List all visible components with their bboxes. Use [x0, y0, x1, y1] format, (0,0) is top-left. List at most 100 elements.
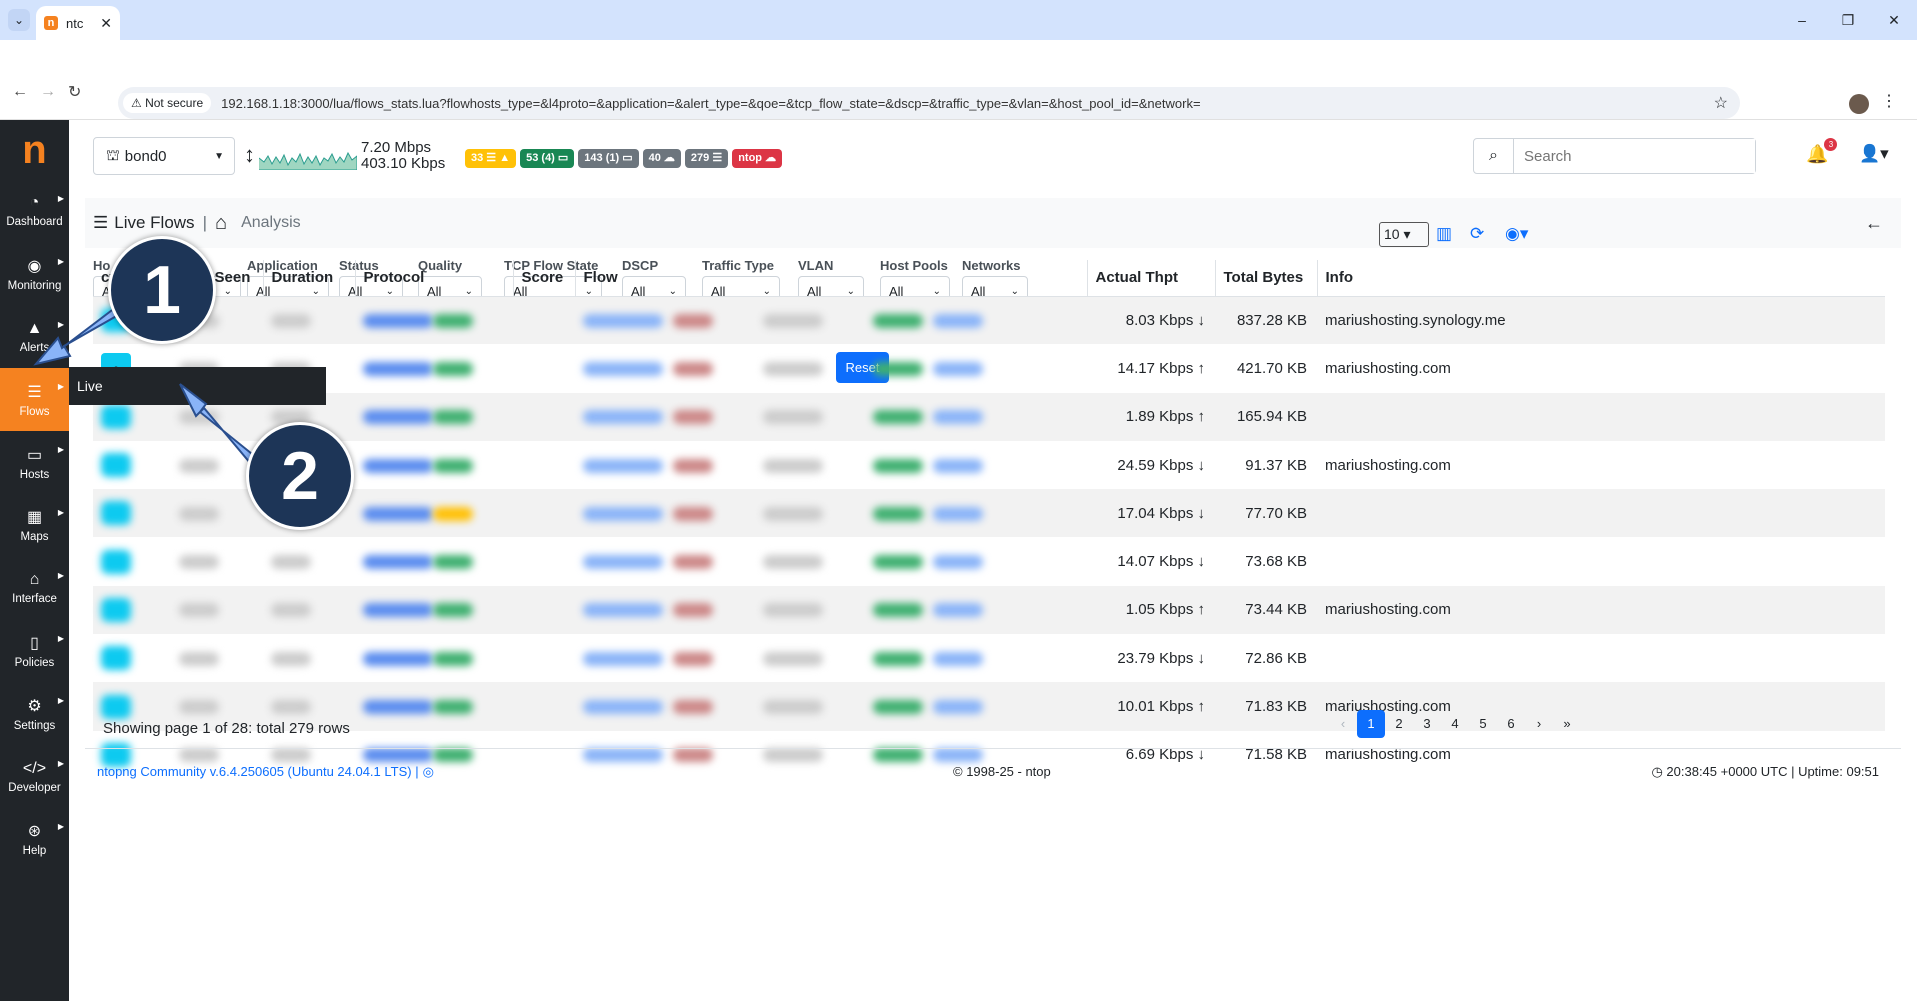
table-row[interactable]: 10.01 Kbps ↑ 71.83 KB mariushosting.com [93, 682, 1885, 731]
browser-tab[interactable]: n ntc ✕ [36, 6, 120, 40]
security-chip[interactable]: ⚠ Not secure [123, 93, 212, 113]
callout-2: 2 [246, 422, 354, 530]
sidebar-item-dashboard[interactable]: ◔ Dashboard ▶ [0, 180, 69, 243]
action-button[interactable] [101, 549, 131, 574]
remote-hosts-badge[interactable]: 40 ☁ [642, 149, 681, 168]
table-row[interactable]: 14.07 Kbps ↓ 73.68 KB [93, 537, 1885, 585]
page-link[interactable]: 6 [1497, 710, 1525, 738]
reload-icon[interactable]: ↻ [68, 82, 81, 102]
page-size-select[interactable]: 10 ▾ [1379, 222, 1429, 247]
bookmark-star-icon[interactable]: ☆ [1714, 93, 1728, 113]
table-row[interactable]: ⌕14.17 Kbps ↑421.70 KBmariushosting.com [93, 344, 1885, 392]
sidebar-item-policies[interactable]: ▯ Policies ▶ [0, 620, 69, 683]
redacted-value [179, 700, 219, 715]
action-button[interactable] [101, 453, 131, 478]
page-link[interactable]: ‹ [1329, 710, 1357, 738]
page-link[interactable]: 2 [1385, 710, 1413, 738]
redacted-value [433, 458, 473, 473]
col-duration[interactable]: Duration [262, 260, 355, 297]
back-arrow-icon[interactable]: ← [1865, 213, 1883, 234]
profile-avatar[interactable] [1849, 94, 1869, 114]
table-row[interactable]: 23.79 Kbps ↓ 72.86 KB [93, 634, 1885, 682]
action-button[interactable] [101, 597, 131, 622]
page-link[interactable]: › [1525, 710, 1553, 738]
user-menu-icon[interactable]: 👤▾ [1859, 144, 1889, 164]
local-hosts-badge[interactable]: 53 (4) ▭ [520, 149, 575, 168]
page-link[interactable]: 1 [1357, 710, 1385, 738]
redacted-value [933, 361, 983, 376]
action-button[interactable] [101, 646, 131, 671]
col-protocol[interactable]: Protocol [354, 260, 513, 297]
url-text[interactable]: 192.168.1.18:3000/lua/flows_stats.lua?fl… [221, 96, 1200, 111]
table-row[interactable]: 1.05 Kbps ↑ 73.44 KB mariushosting.com [93, 585, 1885, 635]
divider [85, 748, 1901, 749]
ntop-cloud-badge[interactable]: ntop ☁ [732, 149, 783, 168]
interface-name: bond0 [124, 147, 167, 165]
redacted-value [363, 361, 433, 376]
flows-badge[interactable]: 279 ☰ [684, 149, 729, 168]
protocol-cell [355, 489, 513, 538]
search-input[interactable] [1514, 139, 1755, 173]
table-row[interactable]: 17.04 Kbps ↓ 77.70 KB [93, 489, 1885, 538]
flows-submenu-live[interactable]: Live [69, 367, 326, 405]
refresh-icon[interactable]: ⟳ [1470, 224, 1484, 244]
page-link[interactable]: » [1553, 710, 1581, 738]
home-icon[interactable]: ⌂ [215, 212, 227, 235]
visibility-icon[interactable]: ◉▾ [1505, 224, 1528, 244]
col-actual-thpt[interactable]: Actual Thpt [1086, 260, 1215, 297]
columns-icon[interactable]: ▥ [1436, 224, 1452, 244]
table-row[interactable]: 24.59 Kbps ↓ 91.37 KB mariushosting.com [93, 441, 1885, 489]
notification-bell-icon[interactable]: 🔔 3 [1806, 138, 1838, 165]
actions-cell [93, 441, 171, 489]
sidebar-item-hosts[interactable]: ▭ Hosts ▶ [0, 431, 69, 494]
address-bar[interactable]: ⚠ Not secure 192.168.1.18:3000/lua/flows… [118, 87, 1740, 119]
table-row[interactable]: 8.03 Kbps ↓ 837.28 KB mariushosting.synolo… [93, 296, 1885, 345]
table-row[interactable]: 1.89 Kbps ↑ 165.94 KB [93, 392, 1885, 441]
flow-cell [575, 344, 1087, 392]
tab-search-button[interactable]: ⌄ [8, 9, 30, 31]
tab-close-icon[interactable]: ✕ [100, 15, 112, 32]
sidebar-item-alerts[interactable]: ▲ Alerts ▶ [0, 306, 69, 369]
sidebar-item-interface[interactable]: ⌂ Interface ▶ [0, 557, 69, 620]
redacted-value [583, 603, 663, 618]
maximize-icon[interactable]: ❐ [1825, 0, 1871, 40]
sidebar-item-label: Developer [8, 781, 61, 794]
back-icon[interactable]: ← [12, 83, 28, 101]
redacted-value [673, 700, 713, 715]
col-total-bytes[interactable]: Total Bytes [1214, 260, 1317, 297]
page-link[interactable]: 5 [1469, 710, 1497, 738]
page-link[interactable]: 3 [1413, 710, 1441, 738]
alerts-badge[interactable]: 33 ☰ ▲ [465, 149, 517, 168]
sidebar-item-flows[interactable]: ☰ Flows ▶ [0, 368, 69, 432]
thpt-value: 8.03 Kbps [1125, 311, 1194, 329]
minimize-icon[interactable]: – [1779, 0, 1825, 40]
sidebar-item-label: Settings [13, 719, 56, 732]
action-button[interactable] [101, 501, 131, 526]
sidebar-item-settings[interactable]: ⚙ Settings ▶ [0, 682, 69, 745]
browser-menu-icon[interactable]: ⋮ [1881, 91, 1897, 111]
sidebar-item-help[interactable]: ⊛ Help ▶ [0, 808, 69, 871]
forward-icon[interactable]: → [40, 83, 56, 101]
redacted-value [583, 458, 663, 473]
github-icon[interactable]: ◎ [423, 764, 434, 780]
col-score[interactable]: Score [512, 260, 575, 297]
footer: ntopng Community v.6.4.250605 (Ubuntu 24… [97, 764, 1887, 780]
sidebar-item-maps[interactable]: ▦ Maps ▶ [0, 494, 69, 557]
throughput-readout: 7.20 Mbps 403.10 Kbps [361, 140, 445, 172]
col-info[interactable]: Info [1316, 260, 1885, 297]
version-link[interactable]: ntopng Community v.6.4.250605 (Ubuntu 24… [97, 764, 419, 780]
interface-select[interactable]: ⛫ bond0 ▼ [93, 137, 235, 175]
page-link[interactable]: 4 [1441, 710, 1469, 738]
hosts-badge[interactable]: 143 (1) ▭ [578, 149, 639, 168]
action-button[interactable] [101, 694, 131, 719]
col-flow[interactable]: Flow [574, 260, 1087, 297]
ntop-logo[interactable]: n [0, 120, 69, 180]
search-field[interactable]: ⌕ [1473, 138, 1756, 174]
flow-cell [575, 296, 1087, 345]
sidebar-item-monitoring[interactable]: ◉ Monitoring ▶ [0, 243, 69, 306]
action-button[interactable] [101, 404, 131, 429]
sidebar-item-developer[interactable]: </> Developer ▶ [0, 745, 69, 808]
window-close-icon[interactable]: ✕ [1871, 0, 1917, 40]
bytes-cell: 837.28 KB [1215, 296, 1317, 345]
breadcrumb-analysis[interactable]: Analysis [241, 214, 301, 232]
